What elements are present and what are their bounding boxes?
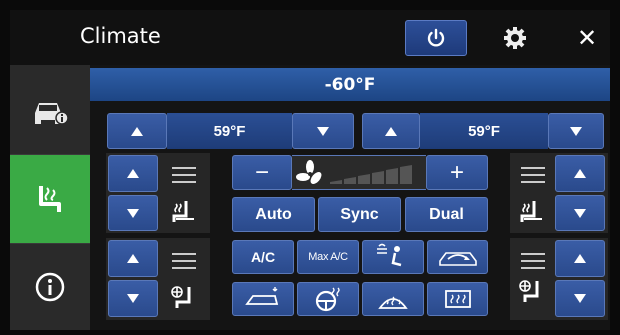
heated-steering-icon: [315, 287, 340, 312]
right-temp-value: 59°F: [420, 113, 548, 149]
left-seat-cool-level-icon: [172, 253, 196, 269]
info-icon: [35, 272, 65, 302]
climate-screen: Climate ✕ -60°F 59°F 59°F − + Auto Sync …: [10, 10, 610, 330]
ac-button[interactable]: A/C: [232, 240, 294, 274]
right-seat-heat-level-icon: [521, 167, 545, 183]
power-icon: [427, 28, 445, 47]
recirculation-icon: [438, 252, 477, 266]
right-temp-down-button[interactable]: [548, 113, 604, 149]
sync-button[interactable]: Sync: [318, 197, 401, 232]
steering-heat-button[interactable]: [297, 282, 359, 316]
left-seat-heat-down-button[interactable]: [108, 195, 158, 231]
right-seat-heat-up-button[interactable]: [555, 155, 605, 192]
arrow-up-icon: [574, 169, 586, 178]
dual-button[interactable]: Dual: [405, 197, 488, 232]
arrow-down-icon: [317, 126, 329, 136]
fan-icon: [296, 159, 322, 184]
seat-heat-icon: [168, 196, 200, 228]
page-title: Climate: [80, 24, 161, 48]
left-seat-heat-up-button[interactable]: [108, 155, 158, 192]
right-seat-cool-down-button[interactable]: [555, 280, 605, 317]
left-seat-heat-level-icon: [172, 167, 196, 183]
heated-mirror-icon: [245, 287, 279, 305]
seat-fan-icon: [168, 282, 200, 314]
zone-temperature-display: -60°F: [90, 68, 610, 101]
auto-button[interactable]: Auto: [232, 197, 315, 232]
left-temp-up-button[interactable]: [107, 113, 167, 149]
arrow-down-icon: [574, 294, 586, 303]
right-seat-heat-down-button[interactable]: [555, 195, 605, 231]
car-info-icon: [35, 102, 69, 125]
power-button[interactable]: [405, 20, 467, 56]
right-seat-cool-up-button[interactable]: [555, 240, 605, 277]
fan-decrease-button[interactable]: −: [232, 155, 292, 190]
close-icon: ✕: [576, 24, 598, 52]
close-button[interactable]: ✕: [573, 24, 601, 52]
arrow-down-icon: [574, 208, 586, 218]
arrow-up-icon: [131, 126, 143, 136]
right-temp-up-button[interactable]: [362, 113, 420, 149]
left-temp-down-button[interactable]: [292, 113, 354, 149]
arrow-up-icon: [127, 169, 139, 178]
arrow-down-icon: [127, 294, 139, 303]
right-seat-cool-level-icon: [521, 253, 545, 269]
front-defrost-button[interactable]: [362, 282, 424, 316]
seat-heat-icon: [516, 196, 548, 228]
arrow-up-icon: [127, 254, 139, 263]
rear-window-heat-button[interactable]: [232, 282, 294, 316]
fan-speed-indicator: [292, 155, 426, 190]
left-seat-cool-down-button[interactable]: [108, 280, 158, 317]
arrow-down-icon: [127, 208, 139, 218]
front-defrost-icon: [378, 296, 408, 309]
airflow-face-button[interactable]: [362, 240, 424, 274]
sidebar-item-climate[interactable]: [10, 155, 90, 243]
settings-button[interactable]: [500, 23, 530, 53]
arrow-up-icon: [385, 126, 397, 136]
left-seat-cool-up-button[interactable]: [108, 240, 158, 277]
sidebar-item-info[interactable]: [10, 243, 90, 330]
sidebar-item-vehicle[interactable]: [10, 65, 90, 155]
gear-icon: [504, 27, 526, 49]
fan-increase-button[interactable]: +: [426, 155, 488, 190]
airflow-face-icon: [377, 243, 402, 267]
rear-defrost-button[interactable]: [427, 282, 488, 316]
seat-fan-icon: [516, 276, 548, 308]
heated-seat-icon: [39, 186, 61, 212]
recirculation-button[interactable]: [427, 240, 488, 274]
arrow-up-icon: [574, 254, 586, 263]
left-temp-value: 59°F: [167, 113, 292, 149]
arrow-down-icon: [570, 126, 582, 136]
rear-defrost-icon: [444, 290, 471, 308]
max-ac-button[interactable]: Max A/C: [297, 240, 359, 274]
